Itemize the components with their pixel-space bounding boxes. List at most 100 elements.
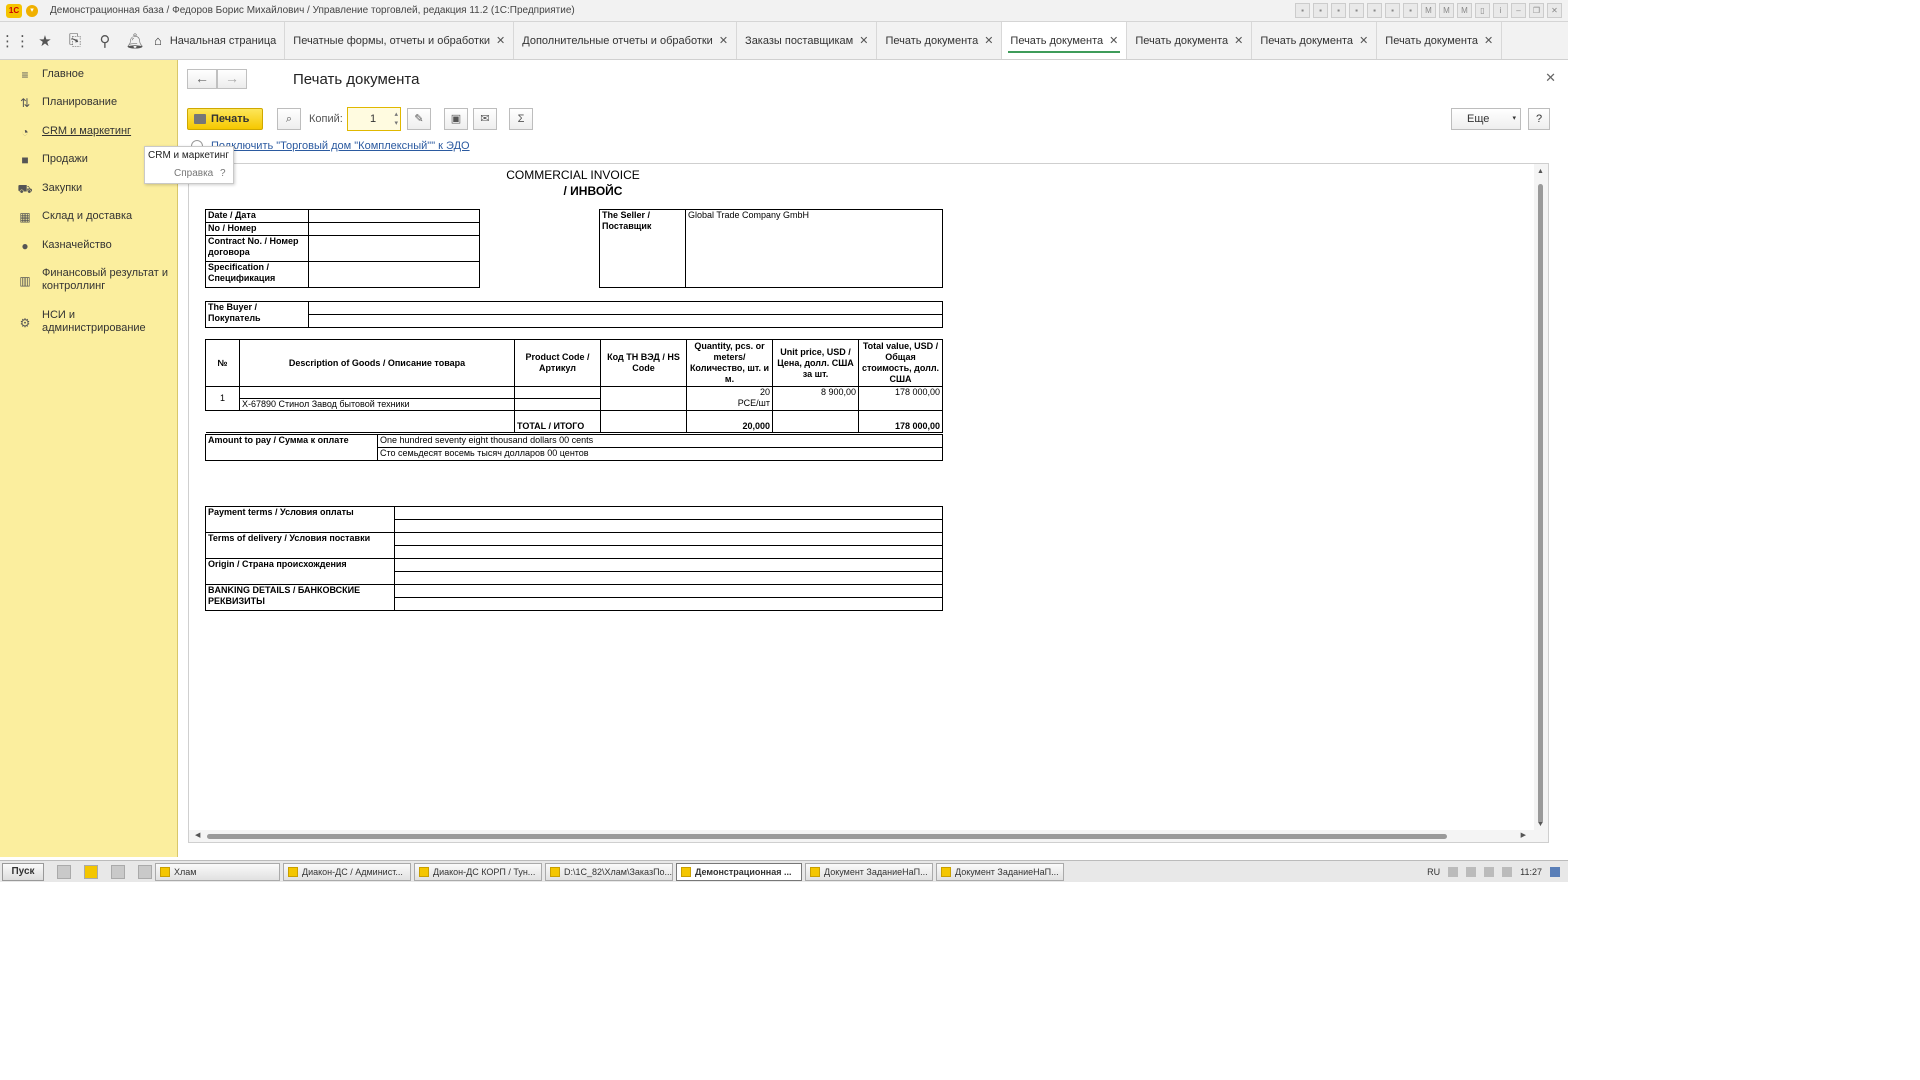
sidebar-item-crm[interactable]: ◔ CRM и маркетинг <box>0 125 178 139</box>
start-button[interactable]: Пуск <box>2 862 44 881</box>
save-icon[interactable]: ▪ <box>1295 3 1310 18</box>
calculator-icon[interactable]: ▪ <box>1385 3 1400 18</box>
sidebar-item-treasury[interactable]: ● Казначейство <box>0 239 178 253</box>
sum-button[interactable]: Σ <box>509 108 533 130</box>
info-icon[interactable]: i <box>1493 3 1508 18</box>
vertical-scrollbar[interactable]: ▲ ▼ <box>1534 164 1548 842</box>
edit-button[interactable]: ✎ <box>407 108 431 130</box>
language-indicator[interactable]: RU <box>1427 867 1440 877</box>
scroll-right-icon[interactable]: ▶ <box>1521 831 1526 839</box>
tray-icon-3[interactable] <box>1484 867 1495 877</box>
tab-7[interactable]: Печать документа ✕ <box>1252 22 1378 59</box>
tab-4[interactable]: Печать документа ✕ <box>877 22 1003 59</box>
preview-button[interactable]: ⌕ <box>277 108 301 130</box>
tray-icon-1[interactable] <box>1448 867 1459 877</box>
close-tab-icon[interactable]: ✕ <box>984 34 993 47</box>
tab-6[interactable]: Печать документа ✕ <box>1127 22 1253 59</box>
tooltip-help-label: Справка <box>174 168 214 179</box>
close-tab-icon[interactable]: ✕ <box>1234 34 1243 47</box>
edo-connect-link[interactable]: Подключить "Торговый дом "Комплексный"" … <box>211 140 470 152</box>
main-menu-icon[interactable]: ▾ <box>26 4 38 17</box>
sidebar-item-purchases[interactable]: ⛟ Закупки <box>0 182 178 198</box>
copies-spinner-icon[interactable]: ▴ ▾ <box>394 110 398 128</box>
tray-icon-4[interactable] <box>1502 867 1513 877</box>
total-hs <box>600 410 687 433</box>
back-button[interactable]: ← <box>187 69 217 89</box>
panels-icon[interactable]: ▯ <box>1475 3 1490 18</box>
print-button[interactable]: Печать <box>187 108 263 130</box>
tab-0[interactable]: ⌂ Начальная страница <box>150 22 286 59</box>
close-tab-icon[interactable]: ✕ <box>719 34 728 47</box>
app-1c-icon <box>550 866 560 877</box>
taskbar-task[interactable]: Диакон-ДС КОРП / Тун... <box>414 862 542 881</box>
preview-icon[interactable]: ▪ <box>1331 3 1346 18</box>
memory-plus-icon[interactable]: M <box>1439 3 1454 18</box>
warehouse-icon: ▦ <box>19 210 31 224</box>
notifications-bell-icon[interactable]: 🔔︎ <box>120 22 150 59</box>
quicklaunch-icon-4[interactable] <box>138 864 152 879</box>
quicklaunch-1c-icon[interactable] <box>84 864 98 879</box>
tooltip-help-link[interactable]: Справка ? <box>174 168 226 179</box>
print-icon[interactable]: ▪ <box>1313 3 1328 18</box>
close-tab-icon[interactable]: ✕ <box>496 34 505 47</box>
tab-3[interactable]: Заказы поставщикам ✕ <box>737 22 878 59</box>
row-qty-cell: 20 РСЕ/шт <box>686 386 773 411</box>
link-icon[interactable]: ▪ <box>1349 3 1364 18</box>
forward-button[interactable]: → <box>217 69 247 89</box>
sidebar-item-planning[interactable]: ⇅ Планирование <box>0 96 178 110</box>
close-window-icon[interactable]: ✕ <box>1547 3 1562 18</box>
more-button[interactable]: Еще ▾ <box>1451 108 1521 130</box>
save-button[interactable]: ▣ <box>444 108 468 130</box>
favorites-star-icon[interactable]: ★ <box>30 22 60 59</box>
memory-icon[interactable]: M <box>1421 3 1436 18</box>
minimize-icon[interactable]: – <box>1511 3 1526 18</box>
sidebar-item-finance[interactable]: ▥ Финансовый результат и контроллинг <box>0 267 178 293</box>
tab-2[interactable]: Дополнительные отчеты и обработки ✕ <box>514 22 738 59</box>
date-label: Date / Дата <box>205 209 309 223</box>
tray-icon-2[interactable] <box>1466 867 1477 877</box>
quicklaunch-icon-3[interactable] <box>111 864 125 879</box>
memory-minus-icon[interactable]: M <box>1457 3 1472 18</box>
tab-8[interactable]: Печать документа ✕ <box>1377 22 1503 59</box>
help-button[interactable]: ? <box>1528 108 1550 130</box>
restore-icon[interactable]: ❐ <box>1529 3 1544 18</box>
scroll-left-icon[interactable]: ◀ <box>195 831 200 839</box>
clock[interactable]: 11:27 <box>1520 867 1542 877</box>
taskbar-task[interactable]: D:\1C_82\Хлам\ЗаказПо... <box>545 862 673 881</box>
send-email-button[interactable]: ✉ <box>473 108 497 130</box>
taskbar-task[interactable]: Документ ЗаданиеНаП... <box>936 862 1064 881</box>
sidebar-item-warehouse[interactable]: ▦ Склад и доставка <box>0 210 178 224</box>
close-tab-icon[interactable]: ✕ <box>859 34 868 47</box>
copy-icon[interactable]: ▪ <box>1367 3 1382 18</box>
taskbar-task[interactable]: Диакон-ДС / Админист... <box>283 862 411 881</box>
show-desktop-icon[interactable] <box>1550 867 1560 877</box>
row-desc-top <box>239 386 515 399</box>
horizontal-scrollbar[interactable]: ◀ ▶ <box>189 830 1536 842</box>
close-tab-icon[interactable]: ✕ <box>1109 34 1118 47</box>
tab-5[interactable]: Печать документа ✕ <box>1002 22 1128 59</box>
apps-grid-icon[interactable]: ⋮⋮ <box>0 22 30 59</box>
sidebar-item-label: НСИ и администрирование <box>42 309 146 334</box>
app-logo-icon[interactable]: 1C <box>6 3 22 18</box>
taskbar-task[interactable]: Хлам <box>155 862 280 881</box>
copies-input[interactable]: 1 ▴ ▾ <box>347 107 401 131</box>
search-icon[interactable]: ⚲ <box>90 22 120 59</box>
close-tab-icon[interactable]: ✕ <box>1484 34 1493 47</box>
invoice-header-table: Date / Дата No / Номер Contract No. / Но… <box>205 209 480 288</box>
quicklaunch-icon-1[interactable] <box>57 864 71 879</box>
amount-label: Amount to pay / Сумма к оплате <box>205 434 378 461</box>
scroll-down-icon[interactable]: ▼ <box>1537 821 1544 828</box>
horizontal-scroll-thumb[interactable] <box>207 834 1447 839</box>
calendar-icon[interactable]: ▪ <box>1403 3 1418 18</box>
taskbar-task[interactable]: Демонстрационная ... <box>676 862 802 881</box>
history-icon[interactable]: ⎘ <box>60 22 90 59</box>
tab-1[interactable]: Печатные формы, отчеты и обработки ✕ <box>285 22 515 59</box>
taskbar-task[interactable]: Документ ЗаданиеНаП... <box>805 862 933 881</box>
sidebar-item-main[interactable]: ≡ Главное <box>0 68 178 82</box>
close-form-button[interactable]: ✕ <box>1545 70 1556 86</box>
spreadsheet-document[interactable]: COMMERCIAL INVOICE / ИНВОЙС Date / Дата … <box>188 163 1549 843</box>
vertical-scroll-thumb[interactable] <box>1538 184 1543 824</box>
scroll-up-icon[interactable]: ▲ <box>1537 168 1544 175</box>
sidebar-item-admin[interactable]: ⚙ НСИ и администрирование <box>0 309 178 335</box>
close-tab-icon[interactable]: ✕ <box>1359 34 1368 47</box>
